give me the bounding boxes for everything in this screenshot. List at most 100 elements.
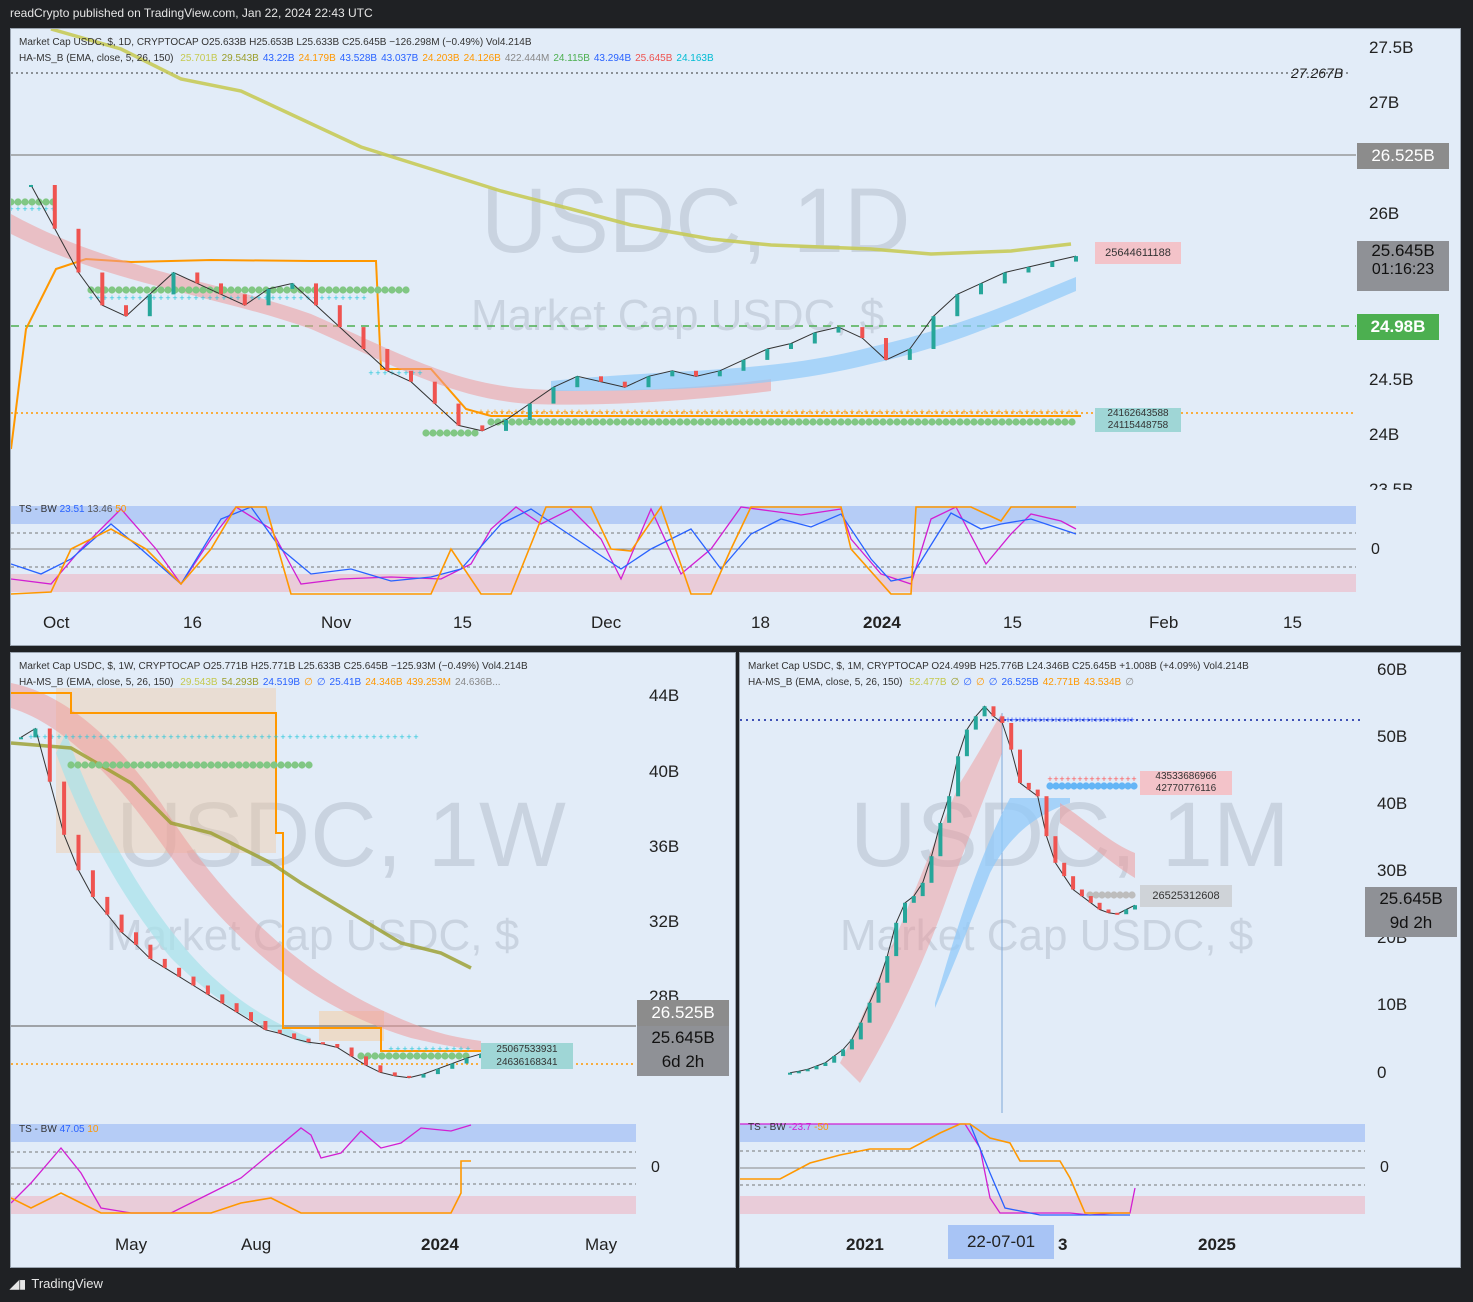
indicator-dot: + <box>485 407 490 417</box>
indicator-dot: + <box>555 407 560 417</box>
indicator-dot <box>585 418 593 426</box>
indicator-dot: + <box>291 293 296 303</box>
indicator-dot <box>998 418 1006 426</box>
indicator-dot <box>123 761 131 769</box>
candle <box>266 288 271 306</box>
candle <box>1115 912 1120 915</box>
candle <box>1106 909 1111 913</box>
candle <box>124 305 128 317</box>
indicator-dot: + <box>618 407 623 417</box>
indicator-dot <box>760 418 768 426</box>
y-tick: 27B <box>1369 93 1400 112</box>
candle <box>885 956 890 983</box>
x-tick: Oct <box>43 613 70 632</box>
indicator-dot: + <box>835 407 840 417</box>
indicator-dot: + <box>751 407 756 417</box>
indicator-dot: + <box>492 407 497 417</box>
indicator-dot: + <box>224 732 229 742</box>
indicator-dot: + <box>252 732 257 742</box>
indicator-dot: + <box>29 204 34 214</box>
daily-chart-panel[interactable]: USDC, 1D Market Cap USDC, $ + + + + + + + + + + + +… <box>10 28 1461 646</box>
candle <box>884 338 888 360</box>
candle <box>805 1069 810 1072</box>
indicator-dot <box>592 418 600 426</box>
indicator-dot: + <box>905 407 910 417</box>
indicator-dot <box>367 286 375 294</box>
indicator-value: 24.346B <box>365 677 403 688</box>
indicator-dot: + <box>22 204 27 214</box>
candle <box>205 985 210 995</box>
indicator-dot: + <box>378 732 383 742</box>
candles <box>788 706 1137 1075</box>
candle <box>907 349 912 360</box>
indicator-dot <box>697 418 705 426</box>
osc-value-1: -23.7 <box>788 1122 812 1133</box>
indicator-dot: + <box>340 293 345 303</box>
indicator-dot: + <box>385 732 390 742</box>
indicator-values: 29.543B 54.293B 24.519B ∅ ∅ 25.41B 24.346B 439.… <box>176 677 500 688</box>
indicator-dot: + <box>123 293 128 303</box>
indicator-dot <box>823 418 831 426</box>
candle <box>858 1022 863 1040</box>
price-tag: 25644611188 <box>1095 242 1181 264</box>
indicator-value: 24.179B <box>298 53 336 64</box>
candle <box>464 1058 469 1064</box>
osc-label: TS - BW <box>19 504 57 515</box>
weekly-legend-line1: Market Cap USDC, $, 1W, CRYPTOCAP O25.77… <box>19 661 528 672</box>
indicator-dot: + <box>814 407 819 417</box>
daily-chart-svg[interactable]: + + + + ++ + + + + + + + + + + + + + + + + + + + + + + + + + + + + + + + + + +… <box>11 29 1460 645</box>
x-tick: 16 <box>183 613 202 632</box>
indicator-dot: + <box>172 293 177 303</box>
y-tick: 24B <box>1369 425 1400 444</box>
indicator-dot: + <box>395 1044 400 1054</box>
tradingview-logo[interactable]: ◢▮ TradingView <box>10 1276 103 1291</box>
indicator-dot <box>914 418 922 426</box>
candle <box>191 976 196 986</box>
indicator-dot <box>732 418 740 426</box>
y-axis-monthly: 60B 50B 40B 30B 20B 10B 0 <box>1365 653 1460 1113</box>
support-tags: 24162643588 24115448758 <box>1095 408 1181 432</box>
resistance-tag-1: 43533686966 <box>1155 771 1217 782</box>
indicator-dot <box>669 418 677 426</box>
candle <box>1002 272 1007 284</box>
candle <box>76 834 81 871</box>
indicator-dot <box>1068 418 1076 426</box>
indicator-dot: + <box>437 1044 442 1054</box>
candle <box>741 359 746 371</box>
weekly-chart-panel[interactable]: USDC, 1W Market Cap USDC, $ + + + + + + + + + + + +… <box>10 652 736 1268</box>
indicator-dot: + <box>147 732 152 742</box>
candle <box>90 870 95 897</box>
indicator-dot: + <box>891 407 896 417</box>
osc-label: TS - BW <box>748 1122 786 1133</box>
candle <box>575 376 580 388</box>
indicator-value: 422.444M <box>504 53 550 64</box>
indicator-dot: + <box>912 407 917 417</box>
indicator-dot: + <box>723 407 728 417</box>
candle <box>1026 782 1031 790</box>
y-tick: 30B <box>1377 861 1408 880</box>
candles <box>29 185 1078 431</box>
indicator-dot <box>788 418 796 426</box>
indicator-dot <box>893 418 901 426</box>
candle <box>435 1068 440 1075</box>
candle <box>841 1049 846 1057</box>
monthly-chart-svg[interactable]: + + + + + + + + + + + + + + ++ ++++++++++++++++++++++++… <box>740 653 1460 1267</box>
candle <box>76 228 81 273</box>
indicator-dot: + <box>604 407 609 417</box>
weekly-chart-svg[interactable]: + + + + + + + + + + + + + + + + + + + + + + + + + + + + + + + + + + + + + + + +… <box>11 653 735 1267</box>
indicator-dot: + <box>116 293 121 303</box>
monthly-chart-panel[interactable]: USDC, 1M Market Cap USDC, $ + + + + + + + + + + + +… <box>739 652 1461 1268</box>
candle <box>527 403 532 420</box>
osc-zero-label: 0 <box>651 1159 660 1176</box>
x-tick: May <box>585 1235 618 1254</box>
indicator-dot <box>571 418 579 426</box>
indicator-value: 24.519B <box>262 677 301 688</box>
indicator-dot <box>235 761 243 769</box>
indicator-dot <box>381 286 389 294</box>
candle <box>1133 905 1137 910</box>
indicator-dot <box>443 429 451 437</box>
candle <box>320 1042 325 1045</box>
daily-osc-legend: TS - BW 23.51 13.46 50 <box>19 503 126 517</box>
indicator-dot: + <box>364 732 369 742</box>
indicator-dot <box>578 418 586 426</box>
